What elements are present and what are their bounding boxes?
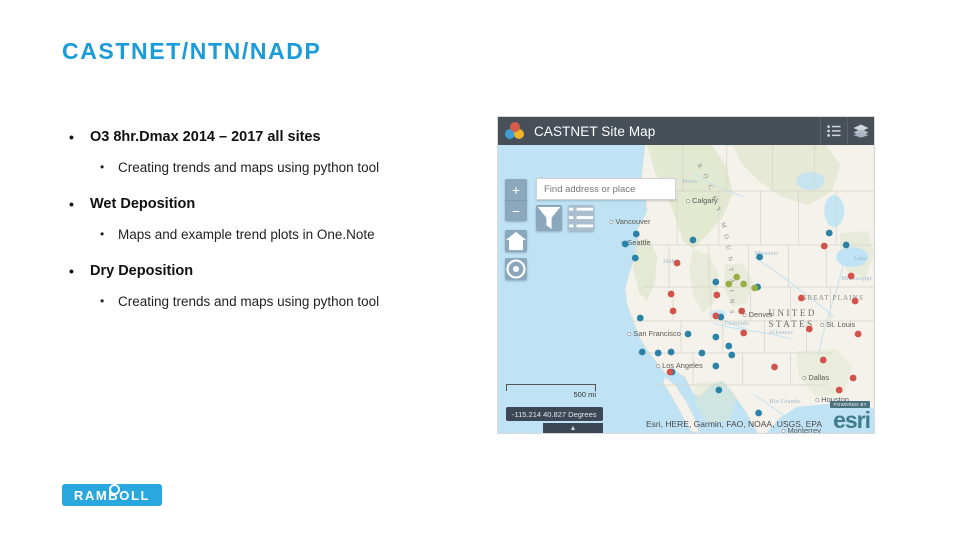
zoom-in-button[interactable]: + <box>505 179 527 200</box>
site-marker[interactable] <box>712 362 720 370</box>
site-marker[interactable] <box>740 280 748 288</box>
ramboll-logo: RAMBOLL <box>62 484 162 506</box>
bullet-level2: • Creating trends and maps using python … <box>62 293 462 312</box>
bullet-level2-text: Creating trends and maps using python to… <box>118 159 380 175</box>
bullet-level2: • Maps and example trend plots in One.No… <box>62 226 462 245</box>
map-widget-buttons <box>536 205 594 231</box>
map-header-bar: CASTNET Site Map <box>498 117 874 145</box>
map-canvas[interactable]: R O C K Y M O U N T A I N S Vancouver Sea… <box>498 145 874 434</box>
esri-wordmark: esri <box>833 407 871 434</box>
site-marker[interactable] <box>728 351 736 359</box>
site-marker[interactable] <box>698 349 706 357</box>
castnet-site-map-window: CASTNET Site Map R O C K Y M O U N T A I… <box>497 116 875 434</box>
site-marker[interactable] <box>738 307 746 315</box>
site-marker[interactable] <box>820 242 828 250</box>
bullet-level1-text: Wet Deposition <box>90 196 196 213</box>
site-marker[interactable] <box>842 241 850 249</box>
bullet-level2-text: Maps and example trend plots in One.Note <box>118 226 375 242</box>
bullet-level1: • O3 8hr.Dmax 2014 – 2017 all sites <box>62 128 462 148</box>
bullet-level1-text: Dry Deposition <box>90 263 194 280</box>
site-marker[interactable] <box>851 297 859 305</box>
bullet-level1-text: O3 8hr.Dmax 2014 – 2017 all sites <box>90 129 321 145</box>
site-marker[interactable] <box>825 229 833 237</box>
page-title: CASTNET/NTN/NADP <box>62 38 322 64</box>
arcgis-logo-icon <box>505 122 525 140</box>
list-icon <box>568 207 594 228</box>
site-marker[interactable] <box>712 333 720 341</box>
site-marker[interactable] <box>713 291 721 299</box>
legend-icon[interactable] <box>820 117 847 145</box>
bullet-level2: • Creating trends and maps using python … <box>62 159 462 178</box>
site-marker[interactable] <box>712 312 720 320</box>
search-bar[interactable] <box>536 178 677 200</box>
site-marker[interactable] <box>751 284 759 292</box>
site-marker[interactable] <box>715 386 723 394</box>
bullet-glyph: • <box>69 196 74 213</box>
map-app-title: CASTNET Site Map <box>534 123 656 139</box>
scale-bar-label: 500 mi <box>573 390 596 399</box>
site-marker[interactable] <box>771 363 778 371</box>
site-marker[interactable] <box>669 307 677 315</box>
site-marker[interactable] <box>819 356 827 364</box>
search-input[interactable] <box>537 183 676 195</box>
bullet-glyph: • <box>69 263 74 280</box>
site-marker[interactable] <box>756 253 763 261</box>
funnel-icon <box>537 207 561 229</box>
locate-icon <box>506 259 526 279</box>
bullet-glyph: • <box>100 293 105 308</box>
bullet-list: • O3 8hr.Dmax 2014 – 2017 all sites • Cr… <box>62 128 462 312</box>
site-marker[interactable] <box>667 348 675 356</box>
scale-bar: 500 mi <box>506 384 596 399</box>
map-attribution: Esri, HERE, Garmin, FAO, NOAA, USGS, EPA <box>645 419 822 429</box>
coordinate-readout: -115.214 40.827 Degrees <box>506 407 603 421</box>
bullet-level1: • Dry Deposition <box>62 262 462 282</box>
esri-logo: POWERED BY esri <box>830 393 871 434</box>
bullet-glyph: • <box>100 159 105 174</box>
zoom-button-group: + − <box>505 179 527 221</box>
bullet-level1: • Wet Deposition <box>62 195 462 215</box>
site-marker[interactable] <box>654 349 662 357</box>
ramboll-o-slash-icon <box>108 484 120 495</box>
site-marker[interactable] <box>805 325 813 333</box>
site-marker[interactable] <box>755 409 762 417</box>
site-marker[interactable] <box>835 386 843 394</box>
layers-icon[interactable] <box>847 117 874 145</box>
site-marker[interactable] <box>621 240 629 248</box>
map-header-tools <box>820 117 874 145</box>
site-marker[interactable] <box>673 259 681 267</box>
home-button[interactable] <box>505 230 527 252</box>
site-marker[interactable] <box>725 342 733 350</box>
site-marker[interactable] <box>854 330 862 338</box>
site-marker[interactable] <box>725 280 733 288</box>
site-marker[interactable] <box>636 314 644 322</box>
site-marker[interactable] <box>740 329 748 337</box>
site-marker[interactable] <box>638 348 646 356</box>
bullet-level2-text: Creating trends and maps using python to… <box>118 293 380 309</box>
site-marker[interactable] <box>632 230 640 238</box>
site-marker[interactable] <box>666 368 674 376</box>
home-icon <box>505 231 527 251</box>
site-marker[interactable] <box>733 273 741 281</box>
site-marker[interactable] <box>667 290 675 298</box>
site-marker[interactable] <box>712 278 720 286</box>
site-marker[interactable] <box>684 330 692 338</box>
bullet-glyph: • <box>69 129 74 145</box>
site-marker[interactable] <box>631 254 639 262</box>
zoom-out-button[interactable]: − <box>505 200 527 221</box>
filter-button[interactable] <box>536 205 562 231</box>
site-marker[interactable] <box>847 272 855 280</box>
attribute-table-button[interactable] <box>568 205 594 231</box>
map-navigation-controls: + − <box>505 179 527 286</box>
attribution-toggle-button[interactable]: ▲ <box>543 423 603 433</box>
bullet-glyph: • <box>100 226 105 241</box>
locate-button[interactable] <box>505 258 527 280</box>
search-button[interactable] <box>676 179 677 199</box>
site-marker[interactable] <box>689 236 697 244</box>
site-marker[interactable] <box>798 294 805 302</box>
site-marker[interactable] <box>849 374 857 382</box>
